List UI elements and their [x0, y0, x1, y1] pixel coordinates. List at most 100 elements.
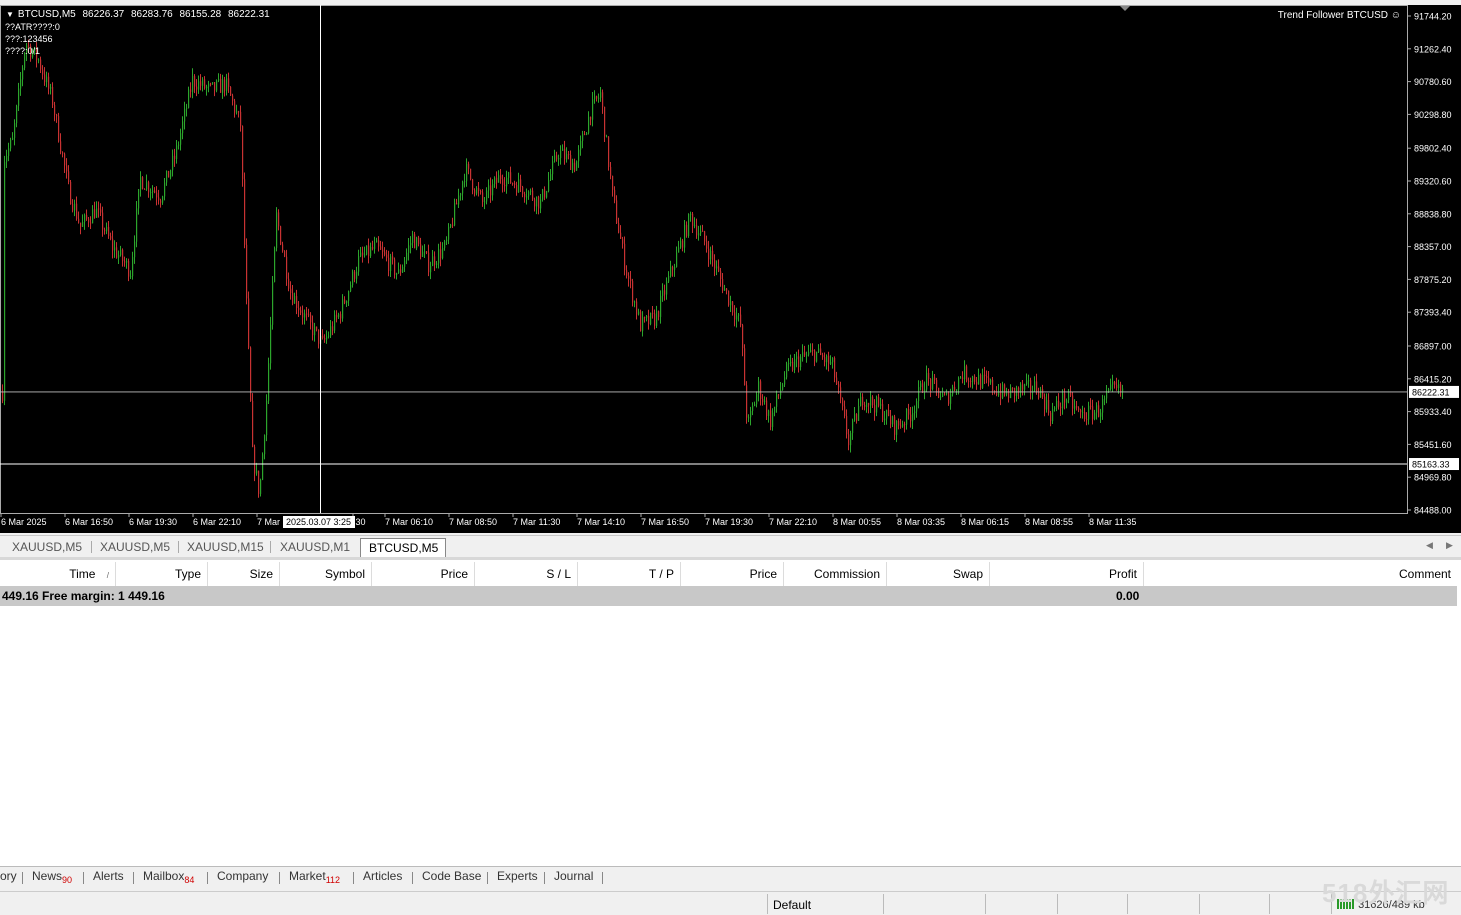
candle-body [604, 106, 606, 137]
bid-price-label: 86222.31 [1412, 387, 1450, 397]
candle-body [610, 167, 612, 176]
candle-body [226, 78, 228, 91]
candle-body [708, 248, 710, 260]
candle-body [800, 356, 802, 368]
col-comment[interactable]: Comment [1144, 562, 1457, 586]
candle-body [362, 252, 364, 256]
candle-body [484, 201, 486, 203]
candle-body [556, 155, 558, 160]
col-current-price[interactable]: Price [681, 562, 784, 586]
candle-body [570, 155, 572, 170]
tab-articles[interactable]: Articles [363, 869, 402, 883]
candle-body [1116, 384, 1118, 389]
balance-summary-row[interactable]: 449.16 Free margin: 1 449.16 0.00 [0, 586, 1457, 606]
candle-body [14, 123, 16, 138]
tab-journal[interactable]: Journal [554, 869, 593, 883]
candle-body [432, 256, 434, 267]
candle-body [98, 208, 100, 210]
price-axis-label: 89320.60 [1414, 176, 1452, 186]
candle-body [818, 348, 820, 352]
tab-alerts[interactable]: Alerts [93, 869, 124, 883]
candle-body [1002, 384, 1004, 398]
candle-body [828, 355, 830, 364]
candle-body [480, 190, 482, 193]
candle-body [554, 155, 556, 162]
candle-body [152, 190, 154, 193]
candle-body [906, 409, 908, 425]
price-axis-label: 84488.00 [1414, 506, 1452, 516]
candle-body [606, 136, 608, 138]
candle-body [348, 291, 350, 301]
tab-history-label: ory [0, 869, 17, 883]
candle-body [852, 420, 854, 434]
candlestick-chart[interactable]: 91744.20 91262.40 90780.60 90298.80 89802.40… [0, 5, 1461, 533]
candle-body [396, 273, 398, 275]
chart-tab-btcusd-m5[interactable]: BTCUSD,M5 [360, 538, 446, 557]
col-swap[interactable]: Swap [887, 562, 990, 586]
tab-mailbox[interactable]: Mailbox84 [143, 869, 194, 885]
candle-body [696, 225, 698, 236]
col-symbol[interactable]: Symbol [280, 562, 372, 586]
candle-body [1036, 381, 1038, 392]
candle-body [864, 405, 866, 407]
col-size[interactable]: Size [208, 562, 280, 586]
tab-code-base[interactable]: Code Base [422, 869, 481, 883]
chart-tab-xauusd-m5-a[interactable]: XAUUSD,M5 [4, 538, 90, 557]
candle-body [356, 271, 358, 279]
price-chart-window[interactable]: 91744.20 91262.40 90780.60 90298.80 89802.40… [0, 5, 1461, 533]
candle-body [450, 224, 452, 227]
candle-body [680, 240, 682, 248]
candle-body [874, 405, 876, 413]
price-axis-label: 90780.60 [1414, 77, 1452, 87]
time-axis-label: 6 Mar 19:30 [129, 517, 177, 527]
candle-body [908, 409, 910, 415]
candle-body [448, 226, 450, 240]
candle-body [466, 163, 468, 182]
tab-market[interactable]: Market112 [289, 869, 340, 885]
col-time[interactable]: Time / [0, 562, 116, 586]
candle-body [550, 174, 552, 180]
candle-body [1008, 391, 1010, 399]
candle-body [656, 311, 658, 326]
market-badge: 112 [325, 875, 341, 885]
candle-body [940, 396, 942, 398]
tab-history[interactable]: ory [0, 869, 17, 883]
scroll-left-icon[interactable]: ◀ [1426, 540, 1433, 551]
col-profit[interactable]: Profit [990, 562, 1144, 586]
scroll-right-icon[interactable]: ▶ [1446, 540, 1453, 551]
candle-body [42, 69, 44, 75]
candle-body [278, 212, 280, 227]
candle-body [38, 59, 40, 61]
candle-body [386, 254, 388, 258]
tab-news[interactable]: News90 [32, 869, 72, 885]
tab-market-label: Market [289, 869, 326, 883]
col-commission[interactable]: Commission [784, 562, 887, 586]
col-type[interactable]: Type [116, 562, 208, 586]
tab-company[interactable]: Company [217, 869, 268, 883]
col-stop-loss[interactable]: S / L [475, 562, 578, 586]
price-axis-label: 85933.40 [1414, 407, 1452, 417]
candle-body [418, 237, 420, 245]
candle-body [1082, 412, 1084, 414]
candle-body [412, 234, 414, 243]
candle-body [678, 247, 680, 253]
col-take-profit[interactable]: T / P [578, 562, 681, 586]
expert-advisor-label[interactable]: Trend Follower BTCUSD ☺ [1278, 10, 1401, 21]
candle-body [600, 92, 602, 98]
chart-tab-xauusd-m1[interactable]: XAUUSD,M1 [272, 538, 358, 557]
candle-body [808, 352, 810, 355]
chart-tab-xauusd-m5-b[interactable]: XAUUSD,M5 [92, 538, 178, 557]
status-cell-empty [883, 894, 985, 914]
candle-body [284, 251, 286, 257]
status-profile[interactable]: Default [767, 894, 883, 914]
candle-body [230, 86, 232, 96]
candle-body [1054, 407, 1056, 410]
tab-experts[interactable]: Experts [497, 869, 538, 883]
col-open-price[interactable]: Price [372, 562, 475, 586]
chart-tab-xauusd-m15[interactable]: XAUUSD,M15 [179, 538, 272, 557]
candle-body [262, 454, 264, 480]
candle-body [470, 168, 472, 180]
candle-body [636, 301, 638, 315]
col-time-label: Time [69, 567, 96, 581]
candle-body [914, 411, 916, 414]
